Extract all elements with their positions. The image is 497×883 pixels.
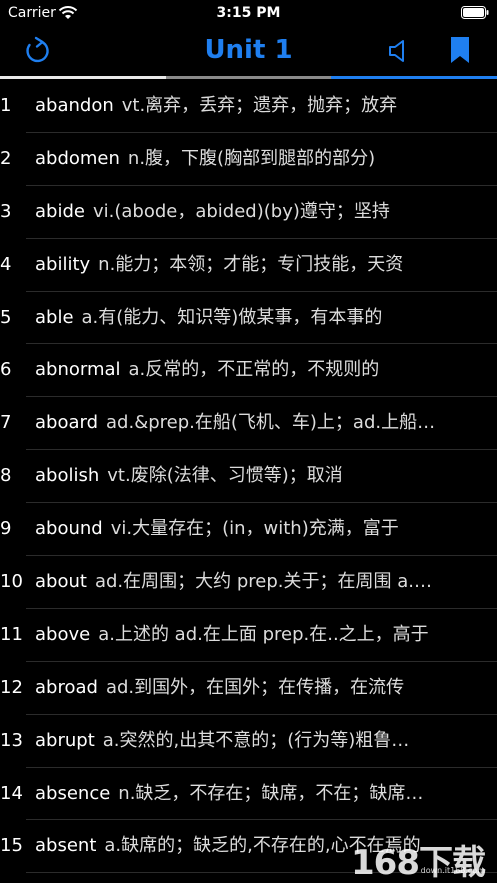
row-index: 15 <box>0 835 23 857</box>
row-index: 14 <box>0 782 23 804</box>
row-text: abroad ad.到国外，在国外；在传播，在流传 <box>35 662 467 715</box>
word-row[interactable]: 2 abdomen n.腹，下腹(胸部到腿部的部分) <box>0 133 497 186</box>
definition-label: vi.大量存在；(in，with)充满，富于 <box>110 518 399 540</box>
word-row[interactable]: 7 aboard ad.&prep.在船(飞机、车)上；ad.上船… <box>0 397 497 451</box>
definition-label: ad.到国外，在国外；在传播，在流传 <box>105 676 405 698</box>
word-label: above <box>35 623 91 645</box>
watermark-text: 168下载 <box>351 843 486 883</box>
word-label: aboard <box>35 412 99 434</box>
clock-label: 3:15 PM <box>216 5 281 21</box>
word-row[interactable]: 8 abolish vt.废除(法律、习惯等)；取消 <box>0 450 497 504</box>
word-row[interactable]: 3 abide vi.(abode，abided)(by)遵守；坚持 <box>0 186 497 239</box>
refresh-icon[interactable] <box>23 36 51 66</box>
word-row[interactable]: 13 abrupt a.突然的,出其不意的；(行为等)粗鲁… <box>0 715 497 768</box>
word-row[interactable]: 11 above a.上述的 ad.在上面 prep.在..之上，高于 <box>0 609 497 662</box>
progress-segment <box>331 76 497 79</box>
definition-label: a.反常的，不正常的，不规则的 <box>128 359 380 381</box>
row-text: absence n.缺乏，不存在；缺席，不在；缺席… <box>35 768 467 821</box>
definition-label: ad.在周围；大约 prep.关于；在周围 a.… <box>94 571 432 593</box>
row-text: able a.有(能力、知识等)做某事，有本事的 <box>35 292 467 345</box>
word-label: abroad <box>35 676 98 698</box>
row-index: 10 <box>0 571 23 593</box>
definition-label: vt.废除(法律、习惯等)；取消 <box>107 465 343 487</box>
progress-bar <box>0 76 497 79</box>
definition-label: a.有(能力、知识等)做某事，有本事的 <box>81 306 383 328</box>
word-label: able <box>35 306 74 328</box>
row-text: abnormal a.反常的，不正常的，不规则的 <box>35 344 467 397</box>
word-label: absence <box>35 782 111 804</box>
word-row[interactable]: 6 abnormal a.反常的，不正常的，不规则的 <box>0 344 497 398</box>
word-list: 1 abandon vt.离弃，丢弃；遗弃，抛弃；放弃 2 abdomen n.腹，下腹… <box>0 80 497 874</box>
row-index: 7 <box>0 412 12 434</box>
word-row[interactable]: 10 about ad.在周围；大约 prep.关于；在周围 a.… <box>0 556 497 609</box>
row-text: ability n.能力；本领；才能；专门技能，天资 <box>35 239 467 292</box>
progress-segment <box>166 76 331 79</box>
row-index: 5 <box>0 306 12 328</box>
speaker-icon[interactable] <box>387 38 411 64</box>
nav-bar: Unit 1 <box>0 26 497 76</box>
row-index: 12 <box>0 676 23 698</box>
definition-label: a.上述的 ad.在上面 prep.在..之上，高于 <box>98 623 429 645</box>
row-text: abound vi.大量存在；(in，with)充满，富于 <box>35 503 467 556</box>
word-row[interactable]: 1 abandon vt.离弃，丢弃；遗弃，抛弃；放弃 <box>0 80 497 133</box>
row-text: abolish vt.废除(法律、习惯等)；取消 <box>35 450 467 503</box>
word-row[interactable]: 4 ability n.能力；本领；才能；专门技能，天资 <box>0 239 497 292</box>
word-label: abandon <box>35 95 114 116</box>
definition-label: n.能力；本领；才能；专门技能，天资 <box>98 253 404 275</box>
definition-label: a.突然的,出其不意的；(行为等)粗鲁… <box>102 729 410 751</box>
watermark-subtext: down.it168.com <box>420 866 485 875</box>
definition-label: vi.(abode，abided)(by)遵守；坚持 <box>92 200 390 222</box>
row-text: aboard ad.&prep.在船(飞机、车)上；ad.上船… <box>35 397 467 450</box>
word-label: abnormal <box>35 359 121 381</box>
definition-label: vt.离弃，丢弃；遗弃，抛弃；放弃 <box>121 95 398 116</box>
row-text: abandon vt.离弃，丢弃；遗弃，抛弃；放弃 <box>35 80 467 133</box>
row-text: abide vi.(abode，abided)(by)遵守；坚持 <box>35 186 467 239</box>
definition-label: ad.&prep.在船(飞机、车)上；ad.上船… <box>106 412 436 434</box>
row-index: 8 <box>0 465 12 487</box>
battery-icon <box>461 6 489 19</box>
row-index: 1 <box>0 95 12 116</box>
row-index: 13 <box>0 729 23 751</box>
row-index: 4 <box>0 253 12 275</box>
word-row[interactable]: 9 abound vi.大量存在；(in，with)充满，富于 <box>0 503 497 557</box>
row-text: abrupt a.突然的,出其不意的；(行为等)粗鲁… <box>35 715 467 768</box>
word-label: about <box>35 571 87 593</box>
row-text: abdomen n.腹，下腹(胸部到腿部的部分) <box>35 133 467 186</box>
row-text: above a.上述的 ad.在上面 prep.在..之上，高于 <box>35 609 467 662</box>
word-row[interactable]: 14 absence n.缺乏，不存在；缺席，不在；缺席… <box>0 768 497 821</box>
row-index: 2 <box>0 147 12 169</box>
row-text: about ad.在周围；大约 prep.关于；在周围 a.… <box>35 556 467 609</box>
word-label: abrupt <box>35 729 95 751</box>
word-label: abide <box>35 200 85 222</box>
definition-label: n.缺乏，不存在；缺席，不在；缺席… <box>118 782 424 804</box>
row-index: 6 <box>0 359 12 381</box>
word-label: ability <box>35 253 91 275</box>
definition-label: n.腹，下腹(胸部到腿部的部分) <box>127 147 376 169</box>
word-label: abolish <box>35 465 100 487</box>
progress-segment <box>0 76 166 79</box>
word-label: abdomen <box>35 147 120 169</box>
word-row[interactable]: 12 abroad ad.到国外，在国外；在传播，在流传 <box>0 662 497 715</box>
status-bar: Carrier 3:15 PM <box>0 0 497 26</box>
row-index: 9 <box>0 518 12 540</box>
word-label: abound <box>35 518 103 540</box>
word-row[interactable]: 5 able a.有(能力、知识等)做某事，有本事的 <box>0 292 497 345</box>
word-label: absent <box>35 835 97 857</box>
row-index: 3 <box>0 200 12 222</box>
watermark-logo: 168下载 down.it168.com <box>351 835 491 883</box>
row-index: 11 <box>0 623 23 645</box>
bookmark-icon[interactable] <box>449 36 471 64</box>
page-title: Unit 1 <box>204 35 293 65</box>
